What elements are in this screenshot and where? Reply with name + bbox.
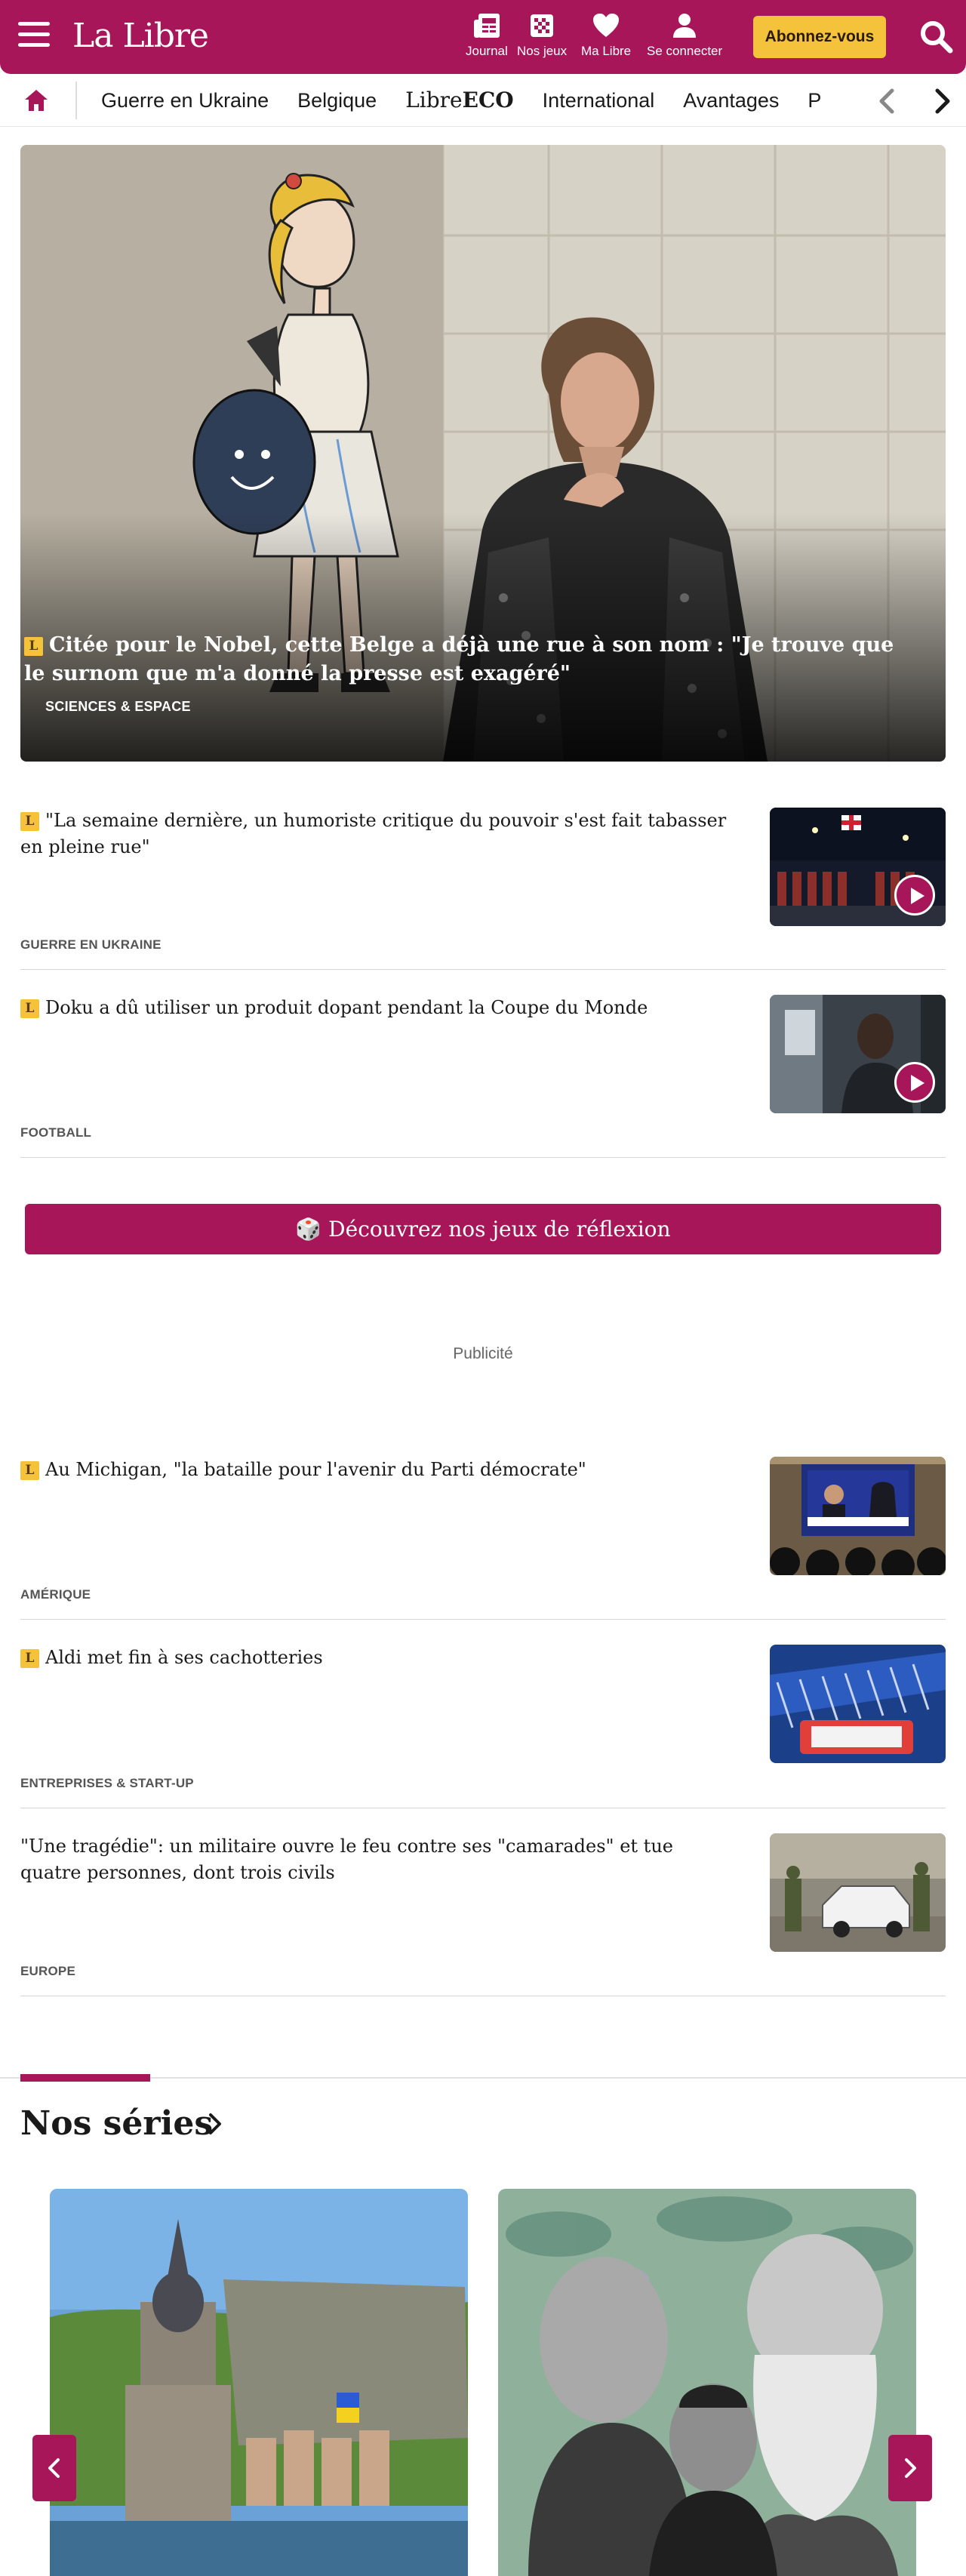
series-image	[498, 2189, 916, 2576]
menu-icon[interactable]	[18, 22, 50, 49]
games-label: Nos jeux	[517, 44, 568, 58]
games-grid-icon	[531, 14, 554, 37]
heart-icon	[593, 14, 620, 37]
eco-suffix: ECO	[462, 88, 514, 112]
subscribe-button[interactable]: Abonnez-vous	[753, 16, 886, 58]
article-title-text: Aldi met fin à ses cachotteries	[45, 1647, 323, 1668]
home-icon[interactable]	[23, 88, 50, 113]
nav-prev-icon[interactable]	[874, 88, 901, 115]
article-title[interactable]: L "La semaine dernière, un humoriste crit…	[20, 808, 730, 860]
discover-games-button[interactable]: 🎲 Découvrez nos jeux de réflexion	[25, 1204, 941, 1254]
article-thumbnail[interactable]	[770, 995, 946, 1113]
nav-item-avantages[interactable]: Avantages	[683, 74, 779, 126]
series-image	[50, 2189, 468, 2576]
video-play-icon[interactable]	[894, 1062, 935, 1103]
article-title[interactable]: L Au Michigan, "la bataille pour l'avenir…	[20, 1457, 730, 1483]
ma-libre-link[interactable]: Ma Libre	[581, 12, 631, 59]
site-logo[interactable]: La Libre	[72, 17, 209, 55]
series-card[interactable]	[50, 2189, 468, 2576]
user-icon	[673, 14, 697, 38]
search-icon[interactable]	[918, 18, 954, 54]
article-thumbnail[interactable]	[770, 808, 946, 926]
top-header: La Libre Journal Nos jeux Ma Libre Se co…	[0, 0, 966, 74]
chevron-left-icon	[48, 2458, 60, 2478]
ad-label: Publicité	[453, 1345, 513, 1362]
login-label: Se connecter	[647, 44, 723, 58]
article-thumbnail[interactable]	[770, 1457, 946, 1575]
article-category[interactable]: ENTREPRISES & START-UP	[20, 1776, 194, 1791]
ma-libre-label: Ma Libre	[581, 44, 632, 58]
article-title-text: "La semaine dernière, un humoriste criti…	[20, 810, 727, 857]
article-title[interactable]: L Aldi met fin à ses cachotteries	[20, 1645, 730, 1671]
hero-category[interactable]: SCIENCES & ESPACE	[45, 699, 191, 715]
journal-label: Journal	[466, 44, 508, 58]
premium-badge: L	[20, 1649, 39, 1668]
carousel-prev-button[interactable]	[32, 2435, 76, 2501]
section-accent	[20, 2074, 150, 2082]
article-card[interactable]: L Doku a dû utiliser un produit dopant pe…	[20, 995, 946, 1158]
series-heading[interactable]: Nos séries	[20, 2104, 213, 2143]
article-category[interactable]: EUROPE	[20, 1964, 75, 1979]
premium-badge: L	[20, 1461, 39, 1480]
article-title[interactable]: "Une tragédie": un militaire ouvre le fe…	[20, 1833, 730, 1886]
hero-title-text: Citée pour le Nobel, cette Belge a déjà …	[24, 633, 894, 685]
article-title-text: Doku a dû utiliser un produit dopant pen…	[45, 997, 648, 1018]
article-title[interactable]: L Doku a dû utiliser un produit dopant pe…	[20, 995, 730, 1021]
chevron-right-icon[interactable]	[204, 2110, 226, 2137]
article-card[interactable]: "Une tragédie": un militaire ouvre le fe…	[20, 1833, 946, 1996]
login-link[interactable]: Se connecter	[647, 12, 722, 59]
section-nav: Guerre en Ukraine Belgique LibreECO Interna…	[0, 74, 966, 127]
carousel-next-button[interactable]	[888, 2435, 932, 2501]
nav-item-ukraine[interactable]: Guerre en Ukraine	[101, 74, 269, 126]
nav-item-partial[interactable]: P	[808, 74, 821, 126]
premium-badge: L	[20, 999, 39, 1018]
chevron-right-icon	[905, 2458, 916, 2478]
nav-item-libre-eco[interactable]: LibreECO	[405, 74, 514, 126]
premium-badge: L	[24, 637, 43, 656]
video-play-icon[interactable]	[894, 875, 935, 916]
article-card[interactable]: L "La semaine dernière, un humoriste crit…	[20, 808, 946, 970]
nav-items: Guerre en Ukraine Belgique LibreECO Interna…	[101, 74, 871, 126]
article-category[interactable]: AMÉRIQUE	[20, 1587, 91, 1602]
article-category[interactable]: GUERRE EN UKRAINE	[20, 937, 162, 953]
eco-prefix: Libre	[405, 88, 463, 112]
article-title-text: "Une tragédie": un militaire ouvre le fe…	[20, 1836, 673, 1883]
nav-divider	[75, 82, 77, 119]
games-link[interactable]: Nos jeux	[517, 12, 567, 59]
nav-item-international[interactable]: International	[543, 74, 655, 126]
article-card[interactable]: L Aldi met fin à ses cachotteries ENTREPR…	[20, 1645, 946, 1808]
article-thumbnail[interactable]	[770, 1645, 946, 1763]
article-category[interactable]: FOOTBALL	[20, 1125, 91, 1140]
nav-next-icon[interactable]	[928, 88, 955, 115]
series-card[interactable]	[498, 2189, 916, 2576]
premium-badge: L	[20, 812, 39, 831]
article-title-text: Au Michigan, "la bataille pour l'avenir …	[45, 1459, 586, 1480]
nav-item-belgique[interactable]: Belgique	[297, 74, 377, 126]
journal-link[interactable]: Journal	[466, 12, 508, 59]
newspaper-icon	[473, 14, 500, 38]
article-thumbnail[interactable]	[770, 1833, 946, 1952]
hero-headline[interactable]: L Citée pour le Nobel, cette Belge a déjà…	[24, 631, 900, 688]
article-card[interactable]: L Au Michigan, "la bataille pour l'avenir…	[20, 1457, 946, 1620]
